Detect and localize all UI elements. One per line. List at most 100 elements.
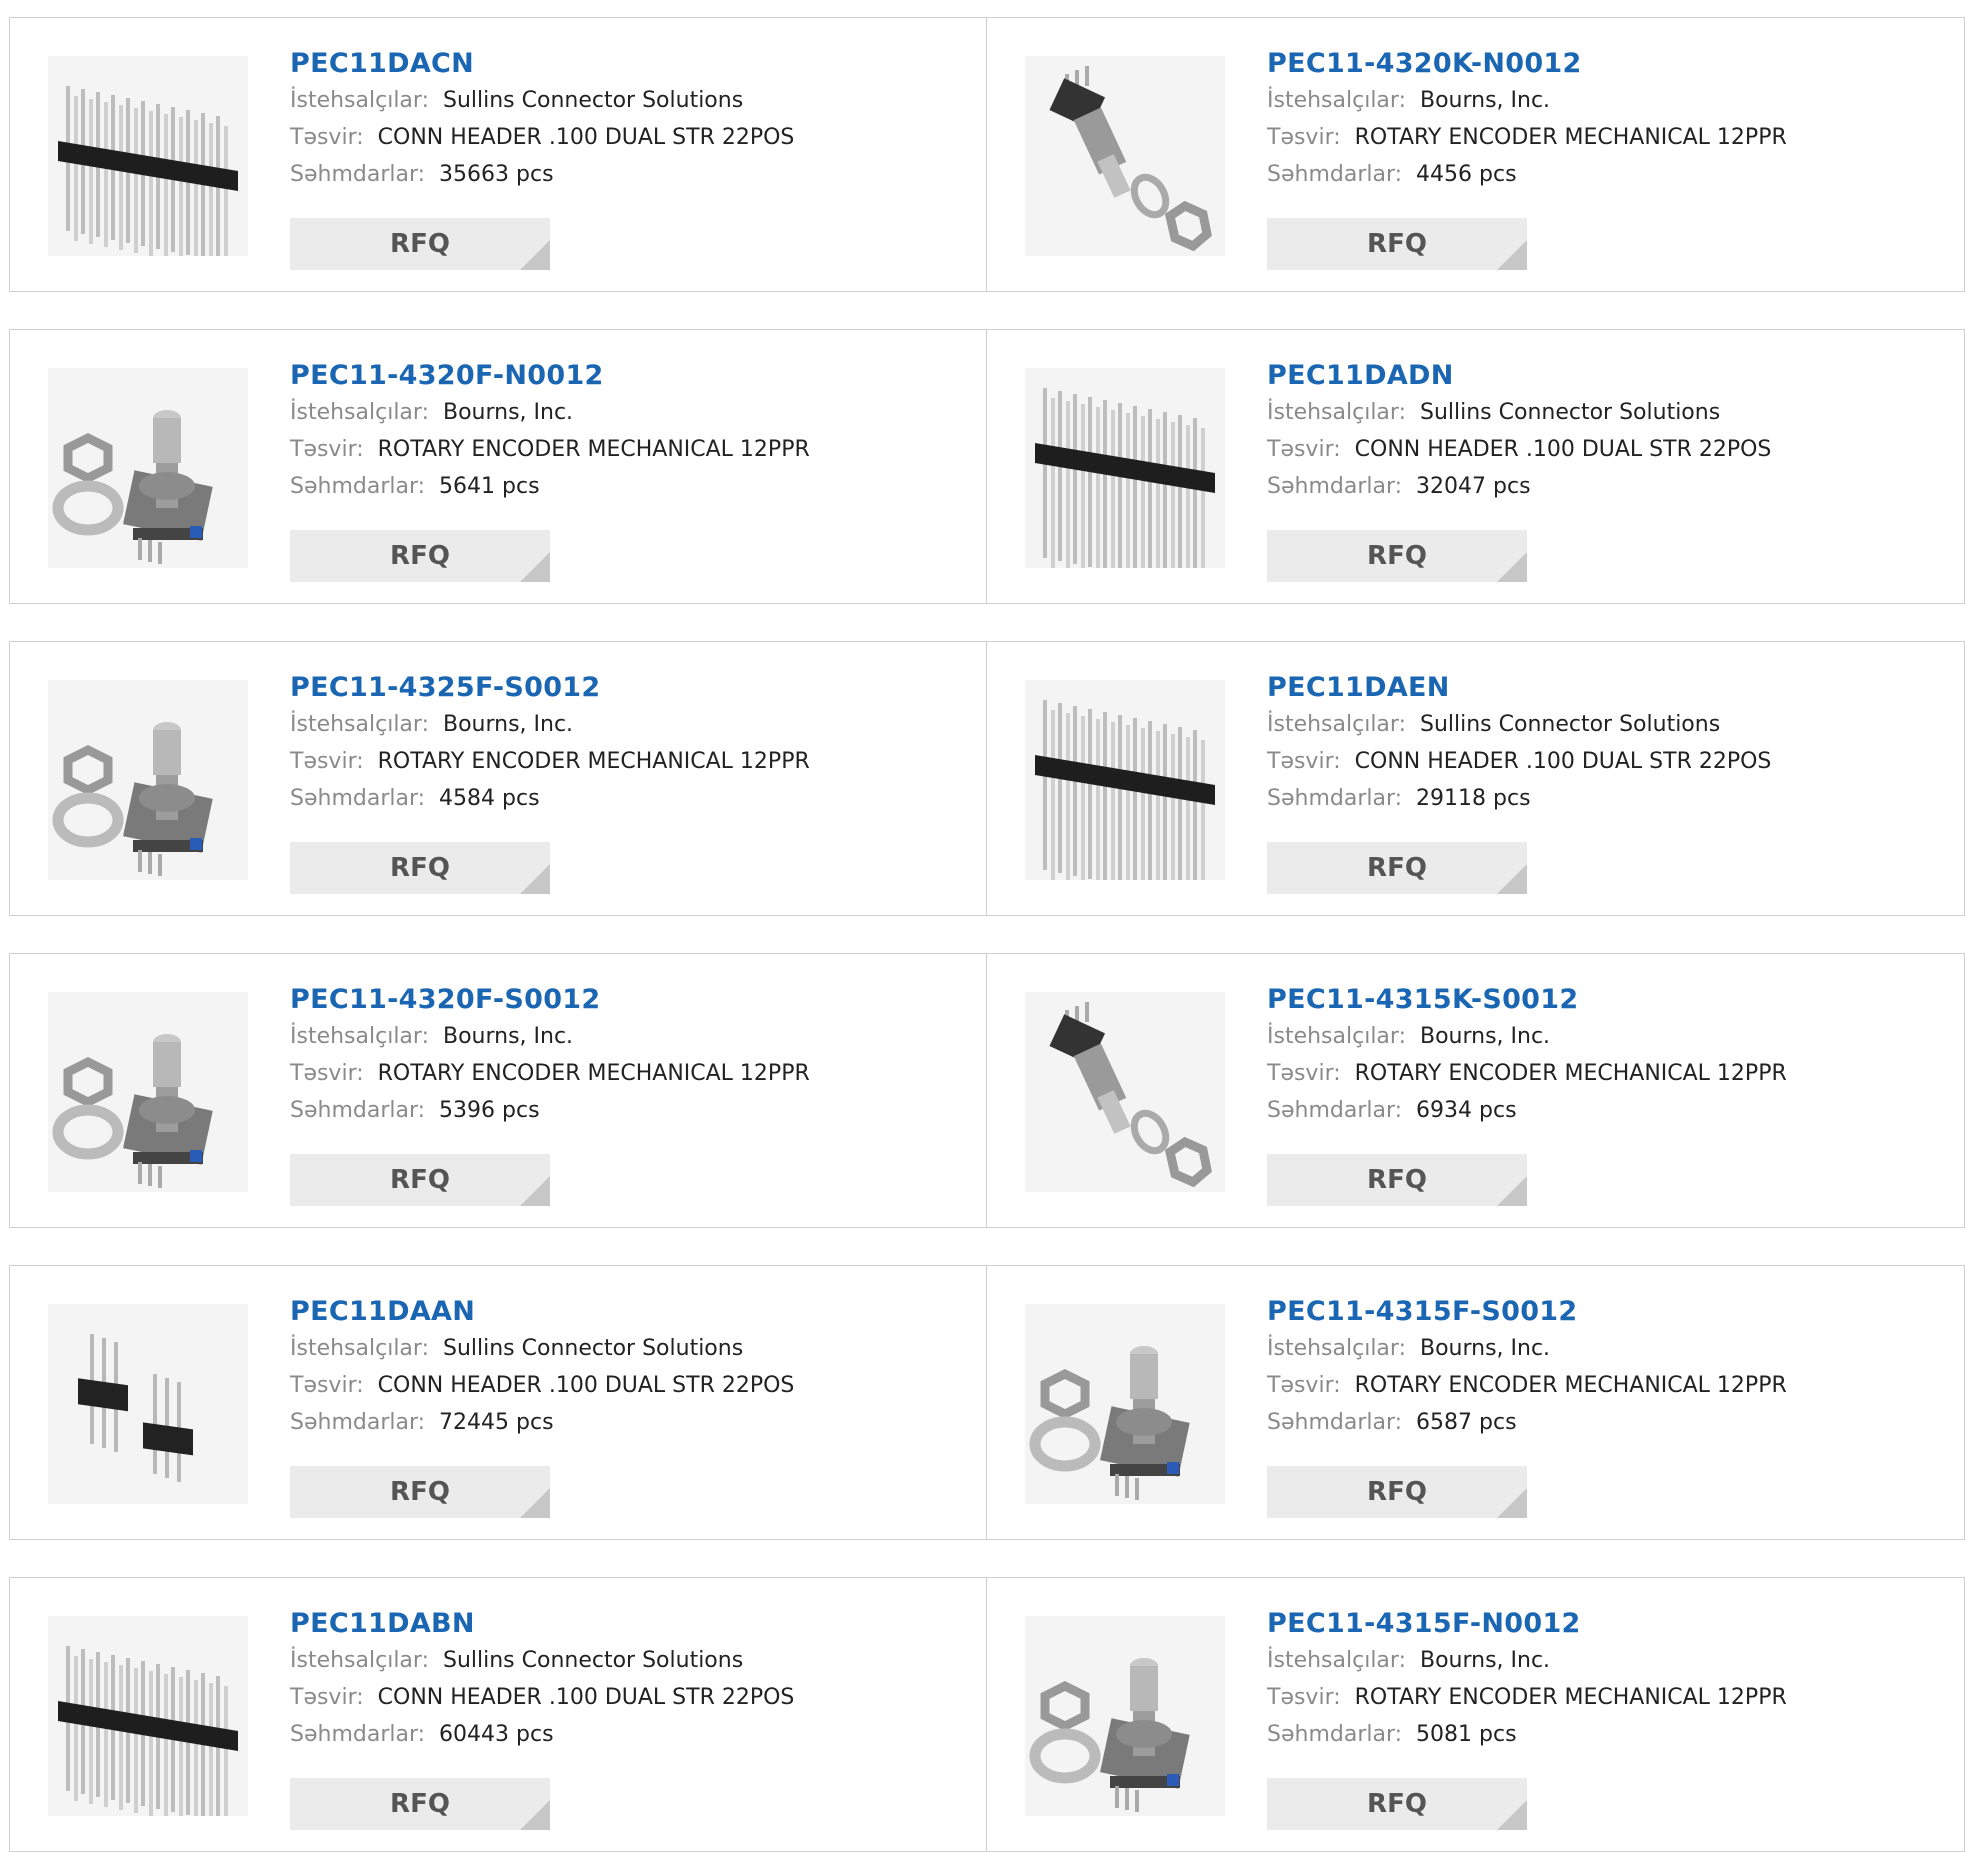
rotary-encoder-side-icon[interactable] [1025, 56, 1225, 256]
product-info: PEC11-4320F-S0012 İstehsalçılar: Bourns, … [290, 982, 976, 1129]
stock-row: Səhmdarlar: 32047 pcs [1267, 468, 1954, 505]
product-title-link[interactable]: PEC11-4315F-N0012 [1267, 1606, 1954, 1642]
rotary-encoder-icon[interactable] [1025, 1304, 1225, 1504]
description-label: Təsvir: [1267, 1373, 1341, 1398]
description-row: Təsvir: ROTARY ENCODER MECHANICAL 12PPR [1267, 1055, 1954, 1092]
stock-value: 4584 pcs [439, 786, 540, 811]
manufacturer-row: İstehsalçılar: Sullins Connector Solution… [290, 1330, 976, 1367]
manufacturer-value: Bourns, Inc. [442, 1024, 574, 1049]
stock-row: Səhmdarlar: 35663 pcs [290, 156, 976, 193]
stock-row: Səhmdarlar: 4584 pcs [290, 780, 976, 817]
rfq-label: RFQ [1367, 1477, 1427, 1507]
manufacturer-label: İstehsalçılar: [290, 1648, 429, 1673]
pin-header-small-icon[interactable] [48, 1304, 248, 1504]
description-row: Təsvir: ROTARY ENCODER MECHANICAL 12PPR [290, 743, 976, 780]
product-title-link[interactable]: PEC11-4320F-S0012 [290, 982, 976, 1018]
manufacturer-value: Bourns, Inc. [442, 400, 574, 425]
manufacturer-value: Sullins Connector Solutions [442, 88, 744, 113]
product-info: PEC11DABN İstehsalçılar: Sullins Connecto… [290, 1606, 976, 1753]
rfq-button[interactable]: RFQ [1267, 1154, 1527, 1206]
rfq-button[interactable]: RFQ [1267, 1778, 1527, 1830]
rfq-button[interactable]: RFQ [1267, 842, 1527, 894]
manufacturer-value: Bourns, Inc. [1419, 1024, 1551, 1049]
product-title-link[interactable]: PEC11DAEN [1267, 670, 1954, 706]
description-row: Təsvir: CONN HEADER .100 DUAL STR 22POS [1267, 743, 1954, 780]
stock-row: Səhmdarlar: 72445 pcs [290, 1404, 976, 1441]
description-label: Təsvir: [1267, 125, 1341, 150]
corner-triangle-icon [520, 240, 550, 270]
manufacturer-label: İstehsalçılar: [290, 1024, 429, 1049]
stock-row: Səhmdarlar: 4456 pcs [1267, 156, 1954, 193]
manufacturer-label: İstehsalçılar: [1267, 88, 1406, 113]
rotary-encoder-side-icon[interactable] [1025, 992, 1225, 1192]
rfq-button[interactable]: RFQ [290, 1778, 550, 1830]
product-title-link[interactable]: PEC11-4320K-N0012 [1267, 46, 1954, 82]
rfq-button[interactable]: RFQ [290, 218, 550, 270]
pin-header-icon[interactable] [48, 1616, 248, 1816]
rotary-encoder-icon[interactable] [48, 680, 248, 880]
corner-triangle-icon [520, 864, 550, 894]
rfq-button[interactable]: RFQ [290, 1466, 550, 1518]
description-value: ROTARY ENCODER MECHANICAL 12PPR [377, 749, 810, 774]
description-row: Təsvir: ROTARY ENCODER MECHANICAL 12PPR [1267, 1367, 1954, 1404]
description-label: Təsvir: [1267, 437, 1341, 462]
product-title-link[interactable]: PEC11-4325F-S0012 [290, 670, 976, 706]
product-info: PEC11DAEN İstehsalçılar: Sullins Connecto… [1267, 670, 1954, 817]
pin-header-long-icon[interactable] [1025, 368, 1225, 568]
rfq-button[interactable]: RFQ [290, 842, 550, 894]
product-title-link[interactable]: PEC11DACN [290, 46, 976, 82]
manufacturer-label: İstehsalçılar: [290, 400, 429, 425]
rfq-label: RFQ [1367, 229, 1427, 259]
stock-value: 29118 pcs [1416, 786, 1531, 811]
manufacturer-value: Sullins Connector Solutions [1419, 712, 1721, 737]
stock-value: 32047 pcs [1416, 474, 1531, 499]
corner-triangle-icon [520, 1176, 550, 1206]
rfq-label: RFQ [1367, 541, 1427, 571]
description-row: Təsvir: CONN HEADER .100 DUAL STR 22POS [290, 119, 976, 156]
description-row: Təsvir: ROTARY ENCODER MECHANICAL 12PPR [290, 431, 976, 468]
manufacturer-value: Sullins Connector Solutions [442, 1336, 744, 1361]
stock-row: Səhmdarlar: 60443 pcs [290, 1716, 976, 1753]
product-info: PEC11-4315F-S0012 İstehsalçılar: Bourns, … [1267, 1294, 1954, 1441]
manufacturer-label: İstehsalçılar: [1267, 1336, 1406, 1361]
rfq-button[interactable]: RFQ [1267, 218, 1527, 270]
corner-triangle-icon [520, 1488, 550, 1518]
rotary-encoder-icon[interactable] [48, 368, 248, 568]
rfq-label: RFQ [390, 229, 450, 259]
description-row: Təsvir: CONN HEADER .100 DUAL STR 22POS [290, 1367, 976, 1404]
manufacturer-value: Bourns, Inc. [1419, 1336, 1551, 1361]
product-title-link[interactable]: PEC11-4315F-S0012 [1267, 1294, 1954, 1330]
rfq-button[interactable]: RFQ [290, 530, 550, 582]
product-info: PEC11DADN İstehsalçılar: Sullins Connecto… [1267, 358, 1954, 505]
pin-header-icon[interactable] [48, 56, 248, 256]
product-title-link[interactable]: PEC11DADN [1267, 358, 1954, 394]
description-row: Təsvir: CONN HEADER .100 DUAL STR 22POS [290, 1679, 976, 1716]
pin-header-long-icon[interactable] [1025, 680, 1225, 880]
description-label: Təsvir: [290, 1685, 364, 1710]
rfq-label: RFQ [1367, 853, 1427, 883]
rfq-button[interactable]: RFQ [1267, 530, 1527, 582]
product-title-link[interactable]: PEC11-4315K-S0012 [1267, 982, 1954, 1018]
manufacturer-value: Sullins Connector Solutions [442, 1648, 744, 1673]
rfq-label: RFQ [1367, 1165, 1427, 1195]
manufacturer-row: İstehsalçılar: Sullins Connector Solution… [290, 82, 976, 119]
manufacturer-value: Bourns, Inc. [442, 712, 574, 737]
product-grid: PEC11DACN İstehsalçılar: Sullins Connecto… [9, 17, 1965, 1852]
stock-value: 72445 pcs [439, 1410, 554, 1435]
product-title-link[interactable]: PEC11DAAN [290, 1294, 976, 1330]
description-label: Təsvir: [290, 437, 364, 462]
stock-value: 60443 pcs [439, 1722, 554, 1747]
rfq-button[interactable]: RFQ [1267, 1466, 1527, 1518]
rfq-button[interactable]: RFQ [290, 1154, 550, 1206]
product-info: PEC11DACN İstehsalçılar: Sullins Connecto… [290, 46, 976, 193]
description-label: Təsvir: [1267, 749, 1341, 774]
description-label: Təsvir: [290, 749, 364, 774]
rotary-encoder-icon[interactable] [1025, 1616, 1225, 1816]
manufacturer-value: Sullins Connector Solutions [1419, 400, 1721, 425]
corner-triangle-icon [1497, 1488, 1527, 1518]
product-title-link[interactable]: PEC11-4320F-N0012 [290, 358, 976, 394]
rotary-encoder-icon[interactable] [48, 992, 248, 1192]
product-card-pec11daen: PEC11DAEN İstehsalçılar: Sullins Connecto… [987, 641, 1965, 916]
description-label: Təsvir: [290, 1373, 364, 1398]
product-title-link[interactable]: PEC11DABN [290, 1606, 976, 1642]
